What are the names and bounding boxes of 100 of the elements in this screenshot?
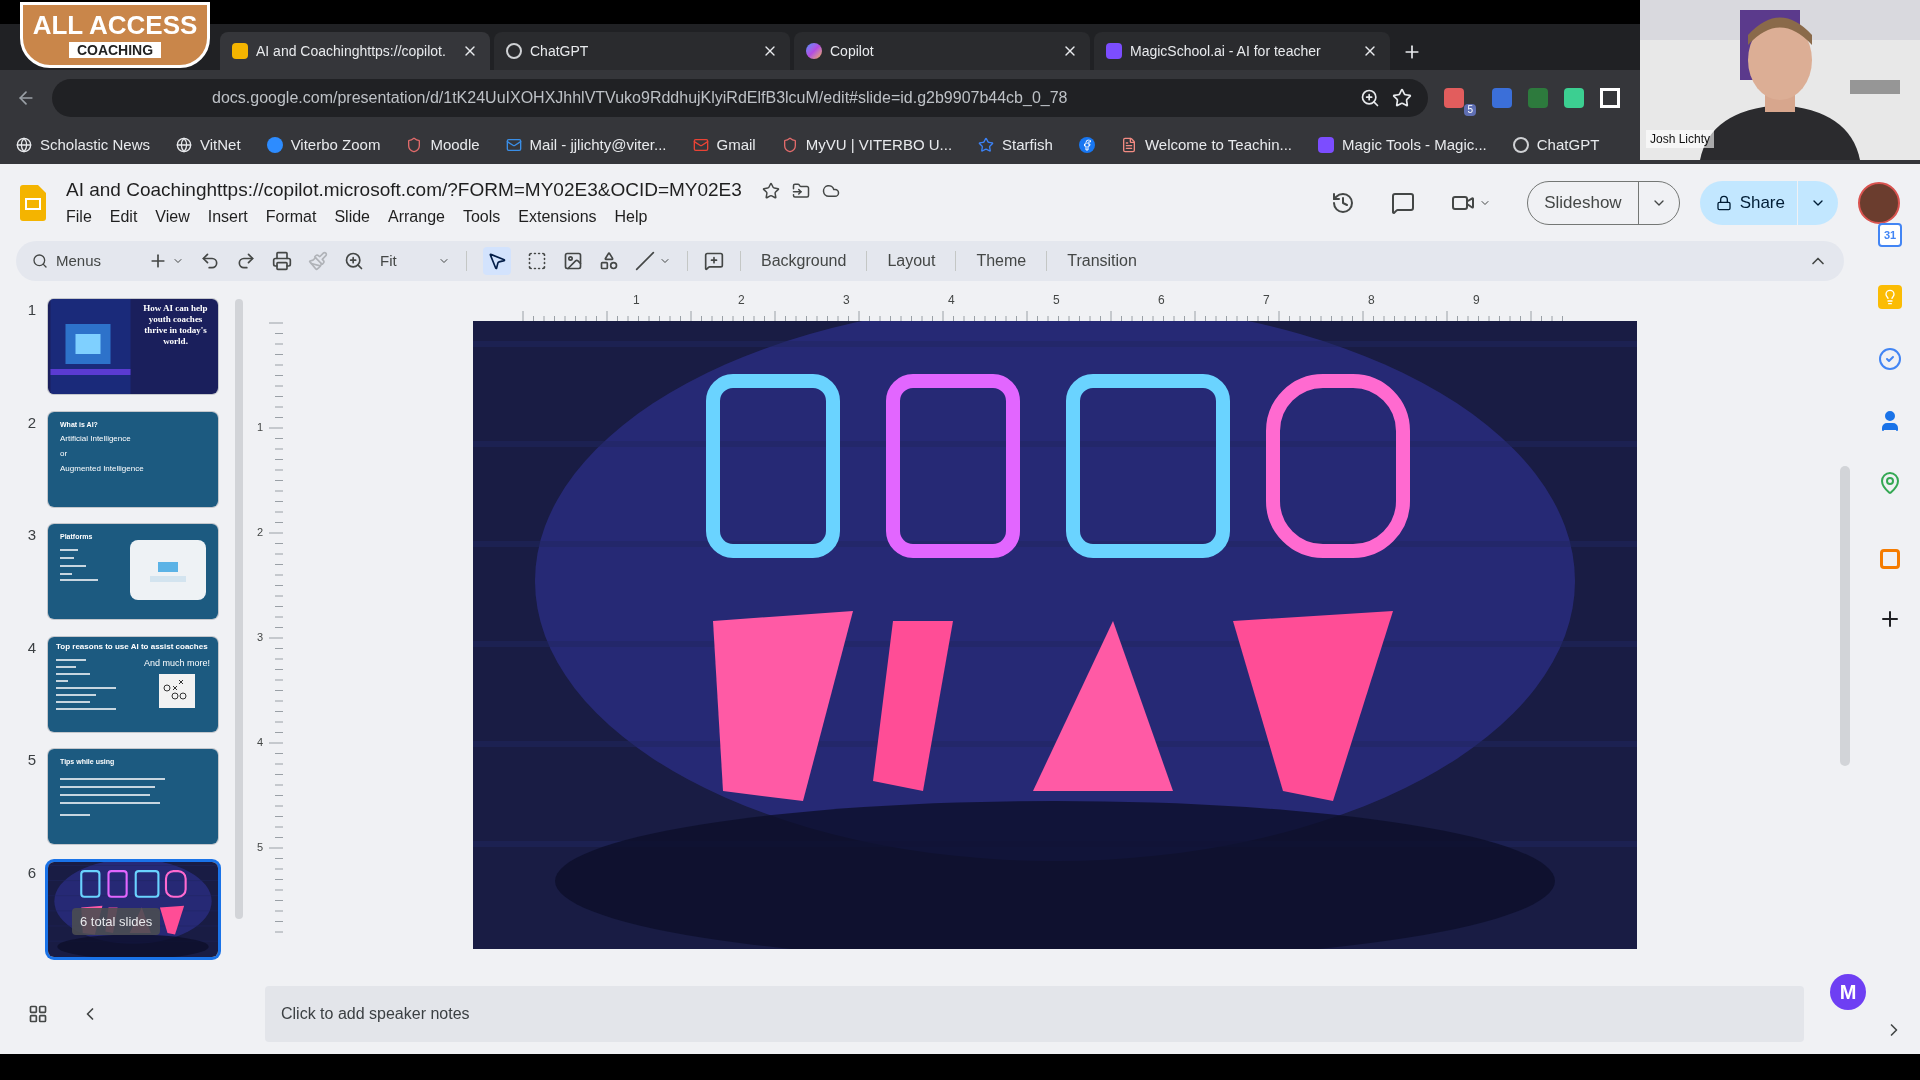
menu-item[interactable]: Tools (462, 204, 501, 229)
logo-text: ALL ACCESS (32, 12, 198, 38)
comment-icon[interactable] (1391, 190, 1416, 215)
tooltip: 6 total slides (72, 907, 161, 935)
slide-thumbnail[interactable]: How AI can help youth coaches thrive in today's world. (48, 299, 218, 394)
ruler-number: 7 (1263, 292, 1270, 309)
ruler-number: 8 (1368, 292, 1375, 309)
scrollbar[interactable] (235, 299, 243, 919)
line-icon[interactable] (635, 251, 655, 271)
slide-number: 3 (26, 525, 36, 545)
history-icon[interactable] (1331, 190, 1356, 215)
zoom-logo-icon (266, 137, 283, 153)
menu-item[interactable]: Format (265, 204, 317, 229)
blurred-text-drawing (60, 546, 100, 581)
scrollbar[interactable] (1840, 466, 1850, 766)
extension-icon[interactable] (1600, 88, 1620, 108)
address-field[interactable]: docs.google.com/presentation/d/1tK24UuIXOHXJhhlVTVuko9RddhujKlyiRdElfB3lcuM/edit#slide=id.g2b9907b44cb_0_78 (52, 79, 1429, 117)
menu-item[interactable]: Slide (334, 204, 370, 229)
browser-tab[interactable]: ChatGPT (494, 32, 790, 70)
menus-search[interactable]: Menus (32, 249, 132, 273)
participant-name: Josh Lichty (1646, 130, 1715, 148)
bookmark[interactable]: Magic Tools - Magic... (1318, 133, 1487, 157)
slide-text: And much more! (143, 656, 210, 670)
bookmark[interactable]: VitNet (176, 133, 241, 157)
map-pin-icon[interactable] (1878, 471, 1902, 495)
bookmark[interactable]: Moodle (406, 133, 480, 157)
menu-item[interactable]: Extensions (518, 204, 597, 229)
redo-icon[interactable] (236, 251, 256, 271)
text-box-icon[interactable] (527, 251, 547, 271)
ruler-number: 3 (257, 631, 264, 643)
image-icon[interactable] (563, 251, 583, 271)
undo-icon[interactable] (200, 251, 220, 271)
lock-icon (1715, 194, 1732, 211)
bookmark[interactable]: Viterbo Zoom (266, 133, 381, 157)
browser-tab[interactable]: Copilot (794, 32, 1090, 70)
tab-title: MagicSchool.ai - AI for teacher (1130, 41, 1322, 61)
toolbar-button[interactable]: Background (757, 249, 851, 273)
slide-thumbnail[interactable]: Top reasons to use AI to assist coaches And much more! (48, 636, 218, 732)
bookmark[interactable]: Mail - jjlichty@viter... (505, 133, 667, 157)
globe-icon (176, 137, 193, 153)
bookmark[interactable]: Welcome to Teachin... (1120, 133, 1292, 157)
ruler-number: 1 (633, 292, 640, 309)
menu-item[interactable]: View (155, 204, 190, 229)
browser-tab[interactable]: AI and Coachinghttps://copilot. (220, 32, 490, 70)
browser-tab[interactable]: MagicSchool.ai - AI for teacher (1094, 32, 1390, 70)
bookmark[interactable]: Gmail (692, 133, 756, 157)
ruler-number: 1 (257, 421, 264, 433)
slide-number: 1 (26, 300, 36, 320)
bookmark[interactable]: Starfish (978, 133, 1053, 157)
logo-text: COACHING (68, 42, 162, 58)
document-title[interactable]: AI and Coachinghttps://copilot.microsoft.com/?FORM=MY02E3&OCID=MY02E3 (66, 176, 742, 205)
bookmark[interactable]: MyVU | VITERBO U... (781, 133, 953, 157)
move-icon[interactable] (791, 181, 810, 200)
grid-view-icon[interactable] (28, 1004, 48, 1024)
print-icon[interactable] (272, 251, 292, 271)
ruler-number: 2 (257, 526, 264, 538)
slide-text: Artificial Intelligence (60, 433, 132, 445)
bookmark[interactable]: ChatGPT (1512, 133, 1600, 157)
shield-icon (781, 137, 798, 153)
zoom-dropdown[interactable]: Fit (380, 249, 450, 273)
add-comment-icon[interactable] (704, 251, 724, 271)
toolbar-button[interactable]: Theme (972, 249, 1031, 273)
url-text: docs.google.com/presentation/d/1tK24UuIXOHXJhhlVTVuko9RddhujKlyiRdElfB3lcuM/edit#slide=id.g2b9907b44cb_0_78 (212, 88, 1069, 108)
slide-title: How AI can help youth coaches thrive in today's world. (142, 302, 209, 348)
calendar-icon[interactable]: 31 (1878, 223, 1902, 247)
avatar[interactable] (1858, 181, 1900, 224)
shield-icon (406, 137, 423, 153)
search-icon (32, 253, 48, 269)
facebook-icon (1078, 137, 1095, 153)
bookmark[interactable]: Scholastic News (16, 133, 151, 157)
play-diagram-drawing (159, 674, 195, 708)
menu-item[interactable]: Arrange (388, 204, 445, 229)
zoom-icon[interactable] (1360, 88, 1381, 108)
bookmark-star-icon[interactable] (1392, 88, 1413, 108)
slide-thumbnail[interactable]: 6 total slides (48, 861, 218, 957)
magic-logo-icon (1318, 137, 1334, 153)
tab-title: Copilot (830, 41, 875, 61)
ruler-number: 5 (1053, 292, 1060, 309)
toolbar-button[interactable]: Layout (883, 249, 940, 273)
menu-item[interactable]: Edit (109, 204, 138, 229)
zoom-icon[interactable] (344, 251, 364, 271)
menu-item[interactable]: Insert (207, 204, 248, 229)
select-icon[interactable] (483, 247, 511, 275)
speaker-notes-field[interactable]: Click to add speaker notes (265, 986, 1804, 1042)
check-circle-icon[interactable] (1878, 347, 1902, 371)
slide-number: 6 (26, 862, 36, 883)
tab-title: ChatGPT (530, 41, 590, 61)
star-icon[interactable] (761, 181, 780, 200)
ruler-number: 6 (1158, 292, 1165, 309)
toolbar-button[interactable]: Transition (1063, 249, 1141, 273)
menu-item[interactable]: File (66, 204, 92, 229)
menu-item[interactable]: Help (614, 204, 648, 229)
slide-text: Augmented Intelligence (60, 463, 145, 475)
star-icon (978, 137, 995, 153)
slide-title: Top reasons to use AI to assist coaches (56, 640, 209, 653)
shapes-icon[interactable] (599, 251, 619, 271)
ruler-number: 5 (257, 841, 264, 853)
slides-icon (232, 43, 248, 59)
mail-icon (505, 137, 522, 153)
envelope-icon (692, 137, 709, 153)
